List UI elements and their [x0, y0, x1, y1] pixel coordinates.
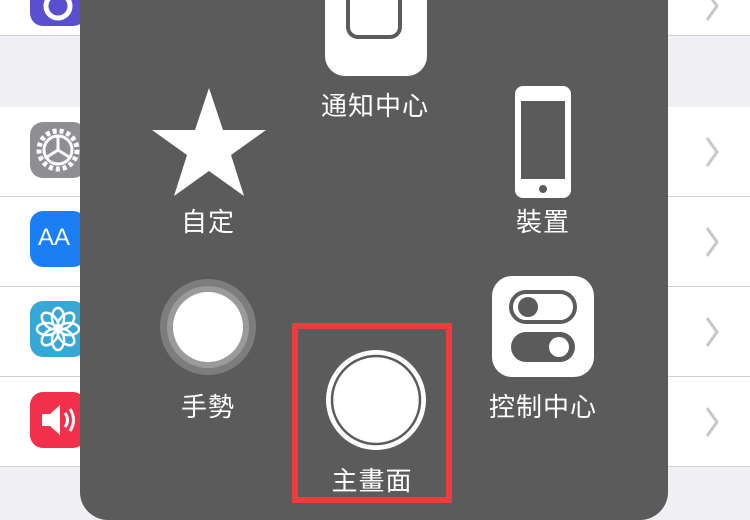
chevron-right-icon	[705, 0, 719, 21]
wallpaper-flower-icon	[30, 301, 86, 357]
toggle-switches-icon	[492, 276, 594, 377]
chevron-right-icon	[705, 227, 719, 257]
iphone-icon	[515, 86, 571, 198]
notification-center-icon	[325, 0, 427, 76]
menu-label-control-center: 控制中心	[488, 393, 597, 423]
chevron-right-icon	[705, 407, 719, 437]
chevron-right-icon	[705, 317, 719, 347]
menu-label-gestures: 手勢	[180, 393, 235, 423]
menu-label-notification-center: 通知中心	[320, 92, 429, 122]
gesture-circle-icon	[160, 279, 256, 375]
chevron-right-icon	[705, 137, 719, 167]
menu-label-custom: 自定	[180, 208, 235, 238]
menu-label-device: 裝置	[515, 208, 570, 238]
highlight-box	[292, 323, 452, 503]
star-icon	[152, 88, 266, 196]
speaker-icon	[30, 392, 86, 448]
siri-icon	[30, 0, 86, 26]
gear-icon	[30, 122, 86, 178]
text-size-icon: AA	[30, 211, 86, 267]
text-size-label: AA	[38, 224, 71, 251]
